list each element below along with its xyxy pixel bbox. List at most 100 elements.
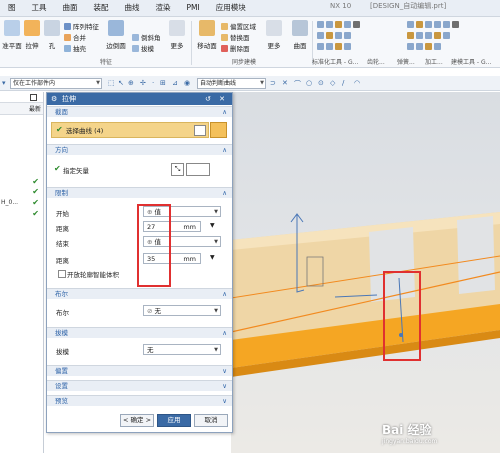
spring-group-label[interactable]: 弹簧... <box>397 57 415 66</box>
build-tool-icons[interactable] <box>407 21 461 29</box>
menu-curve[interactable]: 曲线 <box>117 0 148 16</box>
std-tools-group-label[interactable]: 标准化工具 - G... <box>312 57 358 66</box>
start-type-value: 值 <box>154 208 162 216</box>
menu-application[interactable]: 应用模块 <box>208 0 254 16</box>
vector-dialog-button[interactable] <box>186 163 210 176</box>
replace-face-button[interactable]: 替换面 <box>221 32 250 42</box>
draft-tool-button[interactable]: 拔模 <box>132 43 154 53</box>
start-distance-value: 27 <box>147 223 156 231</box>
draft-header[interactable]: 拔模 ∧ <box>47 327 232 338</box>
hole-cutout <box>457 216 495 294</box>
unite-button[interactable]: 合并 <box>64 32 86 42</box>
preview-header[interactable]: 预览 ∨ <box>47 395 232 406</box>
menu-assembly[interactable]: 装配 <box>86 0 117 16</box>
end-type-select[interactable]: ⊕ 值 ▼ <box>143 236 221 247</box>
build-tools-group-label[interactable]: 建模工具 - G... <box>451 57 491 66</box>
offset-header[interactable]: 偏置 ∨ <box>47 365 232 376</box>
filter-type-select[interactable]: 仅在工作部件内 ▼ <box>10 78 102 89</box>
offset-region-button[interactable]: 偏置区域 <box>221 21 256 31</box>
more-feature-button[interactable]: 更多 <box>165 20 189 50</box>
center-icon[interactable]: ⊙ <box>318 79 324 87</box>
grid-icon[interactable]: ⊞ <box>160 79 166 87</box>
midpoint-icon[interactable]: / <box>342 79 344 87</box>
settings-header[interactable]: 设置 ∨ <box>47 380 232 391</box>
build-tool-icons[interactable] <box>407 32 452 40</box>
section-header[interactable]: 截面 ∧ <box>47 106 232 117</box>
delete-face-button[interactable]: 删除面 <box>221 43 250 53</box>
menu-tools[interactable]: 工具 <box>24 0 55 16</box>
eye-icon[interactable]: ◉ <box>184 79 190 87</box>
menu-render[interactable]: 渲染 <box>148 0 179 16</box>
chevron-down-icon: ▼ <box>214 347 218 353</box>
array-feature-button[interactable]: 阵列特征 <box>64 21 99 31</box>
watermark: Bai 经验 jingyan.baidu.com <box>382 421 496 447</box>
datum-plane-label: 准平面 <box>2 42 22 50</box>
edge-blend-button[interactable]: 边倒圆 <box>104 20 128 50</box>
direction-header[interactable]: 方向 ∧ <box>47 144 232 155</box>
snap-icon[interactable]: ✢ <box>140 79 146 87</box>
dialog-controls[interactable]: ↺ ✕ <box>205 93 228 105</box>
chamfer-button[interactable]: 倒斜角 <box>132 32 161 42</box>
tree-row[interactable]: ✔ <box>0 177 43 187</box>
more-sync-button[interactable]: 更多 <box>262 20 286 50</box>
hole-button[interactable]: 孔 <box>40 20 64 50</box>
menu-surface[interactable]: 曲面 <box>55 0 86 16</box>
graphics-viewport[interactable] <box>231 92 500 453</box>
cursor-icon[interactable]: ↖ <box>118 79 124 87</box>
gear-icon[interactable]: ⚙ <box>51 93 57 105</box>
std-tool-icons[interactable] <box>317 21 362 29</box>
maximize-icon[interactable] <box>30 94 37 101</box>
sketch-section-icon[interactable] <box>194 125 206 136</box>
reverse-direction-icon[interactable]: ⤡ <box>171 163 184 176</box>
menu-icon[interactable]: ▾ <box>2 79 6 87</box>
start-distance-input[interactable]: 27 mm <box>143 221 201 232</box>
cancel-button[interactable]: 取消 <box>194 414 228 427</box>
filter-icon[interactable]: ⊕ <box>128 79 134 87</box>
intersect-icon[interactable]: ✕ <box>282 79 288 87</box>
limits-header-label: 限制 <box>55 189 68 197</box>
chevron-down-icon[interactable]: ▼ <box>210 222 215 229</box>
start-type-select[interactable]: ⊕ 值 ▼ <box>143 206 221 217</box>
boolean-select[interactable]: ⊘ 无 ▼ <box>143 305 221 316</box>
menu-pmi[interactable]: PMI <box>179 0 208 16</box>
point-snap-icon[interactable]: ○ <box>306 79 312 87</box>
boolean-header[interactable]: 布尔 ∧ <box>47 288 232 299</box>
draft-select[interactable]: 无 ▼ <box>143 344 221 355</box>
curve-rule-select[interactable]: 自动判断曲线 ▼ <box>197 78 266 89</box>
open-profile-checkbox[interactable] <box>58 270 66 278</box>
tangent-icon[interactable]: ⊃ <box>270 79 276 87</box>
limits-header[interactable]: 限制 ∧ <box>47 187 232 198</box>
surface-button[interactable]: 曲面 <box>288 20 312 50</box>
chevron-down-icon: ▼ <box>214 209 218 215</box>
build-tool-icons[interactable] <box>407 43 443 51</box>
end-distance-input[interactable]: 35 mm <box>143 253 201 264</box>
chevron-down-icon[interactable]: ▼ <box>210 254 215 261</box>
tree-row[interactable]: H_0... ✔ <box>0 198 43 208</box>
arc-icon[interactable]: ◠ <box>354 79 360 87</box>
ok-button[interactable]: < 确定 > <box>120 414 154 427</box>
shell-button[interactable]: 抽壳 <box>64 43 86 53</box>
endpoint-icon[interactable]: ⊿ <box>172 79 178 87</box>
std-tool-icons[interactable] <box>317 32 353 40</box>
gear-group-label[interactable]: 齿轮... <box>367 57 385 66</box>
process-group-label[interactable]: 加工... <box>425 57 443 66</box>
select-icon[interactable]: ⬚ <box>108 79 115 87</box>
move-face-button[interactable]: 移动面 <box>195 20 219 50</box>
chain-icon[interactable]: ⌒ <box>294 79 301 89</box>
boolean-icon: ⊘ <box>147 307 155 315</box>
chevron-down-icon: ▼ <box>214 239 218 245</box>
tree-row[interactable]: ✔ <box>0 187 43 197</box>
check-icon: ✔ <box>32 198 39 207</box>
std-tool-icons[interactable] <box>317 43 353 51</box>
start-distance-label: 距离 <box>56 225 69 233</box>
tree-row[interactable]: ✔ <box>0 209 43 219</box>
apply-button[interactable]: 应用 <box>157 414 191 427</box>
tool-icon <box>407 21 414 28</box>
tool-icon <box>434 43 441 50</box>
point-icon[interactable]: · <box>152 79 154 87</box>
select-curve-row[interactable]: ✔ 选择曲线 (4) <box>51 122 209 138</box>
quadrant-icon[interactable]: ◇ <box>330 79 335 87</box>
menu-view[interactable]: 图 <box>0 0 24 16</box>
more-icon <box>266 20 282 36</box>
curve-selector-icon[interactable] <box>210 122 227 138</box>
